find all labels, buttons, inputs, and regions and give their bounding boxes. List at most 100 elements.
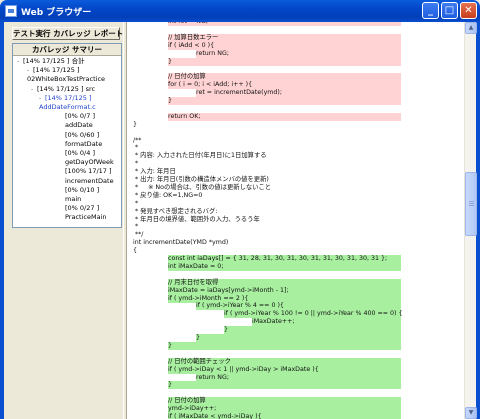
code-line: return NG;: [196, 49, 401, 58]
code-line: }: [224, 326, 401, 335]
tree-item-label: [0% 0/10 ]: [65, 185, 100, 194]
tree-item[interactable]: main: [65, 195, 81, 203]
coverage-tree[interactable]: カバレッジ サマリー - [14% 17/125 ] 合計 - [14% 17/125…: [12, 43, 122, 228]
code-line: const int iaDays[] = { 31, 28, 31, 30, 3…: [168, 255, 401, 263]
code-line: // 日付の加算: [168, 73, 401, 82]
code-line: if ( ymd->iYear % 100 != 0 || ymd->iYear…: [224, 310, 403, 319]
code-line: }: [168, 57, 401, 66]
code-line: ret = incrementDate(ymd);: [196, 89, 401, 98]
tree-item-label: getDayOfWeek: [65, 158, 114, 167]
tree-item-label: AddDateFormat.c: [39, 103, 96, 111]
vertical-scrollbar[interactable]: ▲ ▼: [464, 22, 477, 419]
code-line: * 入力: 年月日: [133, 168, 176, 176]
code-line: *: [133, 160, 139, 168]
tree-item[interactable]: [0% 0/60 ]: [65, 131, 99, 139]
tree-item[interactable]: [0% 0/4 ]: [65, 149, 95, 157]
tree-item[interactable]: formatDate: [65, 140, 102, 148]
tree-item[interactable]: getDayOfWeek: [65, 158, 114, 166]
tree-item-label: [0% 0/27 ]: [65, 204, 100, 213]
code-line: **/: [133, 231, 144, 239]
code-line: *: [133, 199, 139, 207]
code-line: *: [133, 223, 139, 231]
code-line: if ( iAdd < 0 ){: [168, 41, 401, 50]
code-line: if ( ymd->iMonth == 2 ){: [168, 294, 401, 303]
code-line: // 月末日付を取得: [168, 278, 401, 287]
code-line: * ※ Noの場合は、引数の値は更新しないこと: [133, 183, 272, 191]
code-line: int ret = NG;: [168, 22, 401, 26]
tree-item-label: [14% 17/125 ] src: [37, 84, 96, 93]
close-icon: ✕: [464, 4, 473, 16]
coverage-report-button[interactable]: テスト実行 カバレッジ レポート: [12, 27, 123, 40]
tree-item-label: [100% 17/17 ]: [65, 167, 112, 176]
code-line: }: [168, 341, 401, 350]
tree-item[interactable]: [0% 0/7 ]: [65, 112, 95, 120]
code-line: }: [168, 381, 401, 390]
window-controls: _ □ ✕: [422, 2, 477, 19]
tree-item-label: [14% 17/125 ]: [45, 93, 92, 102]
code-line: iMaxDate++;: [252, 318, 401, 327]
code-line: * 年月日の境界値、範囲外の入力、うるう年: [133, 215, 260, 223]
code-line: /**: [133, 136, 142, 144]
code-line: {: [133, 247, 138, 255]
title-bar[interactable]: Web ブラウザー _ □ ✕: [0, 0, 480, 22]
window-title: Web ブラウザー: [21, 7, 92, 18]
code-line: ymd->iDay++;: [168, 405, 401, 414]
tree-item[interactable]: [100% 17/17 ]: [65, 167, 112, 175]
scroll-down-button[interactable]: ▼: [465, 407, 477, 419]
tree-item[interactable]: - [14% 17/125 ] src: [31, 85, 95, 93]
tree-item[interactable]: 02WhiteBoxTestPractice: [27, 75, 105, 83]
code-line: * 出力: 年月日(引数の構造体メンバの値を更新): [133, 176, 269, 183]
code-line: for ( i = 0; i < iAdd; i++ ){: [168, 81, 401, 90]
coverage-panel: テスト実行 カバレッジ レポート カバレッジ サマリー - [14% 17/125…: [4, 22, 123, 419]
code-line: }: [168, 97, 401, 105]
tree-item-label: main: [65, 195, 82, 203]
tree-item[interactable]: [0% 0/27 ]: [65, 204, 99, 212]
minimize-button[interactable]: _: [422, 2, 439, 19]
code-line: * 内容: 入力された日付(年月日)に1日加算する: [133, 152, 267, 160]
tree-item-label: incrementDate: [65, 176, 114, 185]
tree-item-label: formatDate: [65, 139, 103, 148]
code-line: if ( ymd->iDay < 1 || ymd->iDay > iMaxDa…: [168, 365, 401, 374]
code-line: * 戻り値: OK=1,NG=0: [133, 191, 203, 199]
tree-item-label: [14% 17/125 ] 合計: [23, 57, 85, 65]
tree-item[interactable]: - [14% 17/125 ]: [39, 94, 92, 102]
tree-item-label: [0% 0/60 ]: [65, 130, 100, 139]
tree-item-label: addDate: [65, 121, 93, 130]
code-line: }: [133, 120, 138, 128]
close-button[interactable]: ✕: [460, 2, 477, 19]
code-line: * 発見すべき想定されるバグ:: [133, 207, 218, 215]
scroll-thumb[interactable]: [465, 172, 477, 236]
tree-item-label: 02WhiteBoxTestPractice: [27, 75, 106, 84]
arrow-down-icon: ▼: [468, 409, 474, 416]
scroll-up-button[interactable]: ▲: [465, 22, 477, 34]
code-line: // 日付の範囲チェック: [168, 357, 401, 366]
code-line: return NG;: [196, 373, 401, 382]
tree-item[interactable]: - [14% 17/125 ]: [27, 66, 80, 74]
code-line: // 加算日数エラー: [168, 33, 401, 42]
tree-item-label: [0% 0/4 ]: [65, 149, 95, 157]
code-line: iMaxDate = iaDays[ymd->iMonth - 1];: [168, 286, 401, 295]
code-line: return OK;: [168, 112, 401, 121]
tree-item-label: [14% 17/125 ]: [33, 66, 80, 75]
browser-icon: [5, 5, 17, 17]
tree-item[interactable]: - [14% 17/125 ] 合計: [17, 57, 85, 65]
tree-item[interactable]: PracticeMain: [65, 213, 106, 221]
minimize-icon: _: [428, 4, 433, 16]
code-line: int iMaxDate = 0;: [168, 262, 401, 271]
tree-item[interactable]: [0% 0/10 ]: [65, 186, 99, 194]
tree-item-label: PracticeMain: [65, 213, 107, 222]
tree-header: カバレッジ サマリー: [13, 44, 121, 56]
code-line: int incrementDate(YMD *ymd): [133, 239, 229, 247]
source-code-view[interactable]: int ret = NG;// 加算日数エラーif ( iAdd < 0 ){r…: [127, 22, 464, 419]
tree-item[interactable]: incrementDate: [65, 177, 114, 185]
maximize-icon: □: [444, 4, 455, 16]
tree-item-label: [0% 0/7 ]: [65, 112, 95, 121]
tree-item[interactable]: addDate: [65, 121, 93, 129]
code-line: // 日付の加算: [168, 397, 401, 406]
grip-icon: [469, 201, 474, 207]
arrow-up-icon: ▲: [468, 24, 474, 31]
code-line: }: [196, 334, 401, 342]
maximize-button[interactable]: □: [441, 2, 458, 19]
tree-item[interactable]: AddDateFormat.c: [39, 103, 96, 111]
code-line: if ( ymd->iYear % 4 == 0 ){: [196, 302, 401, 311]
